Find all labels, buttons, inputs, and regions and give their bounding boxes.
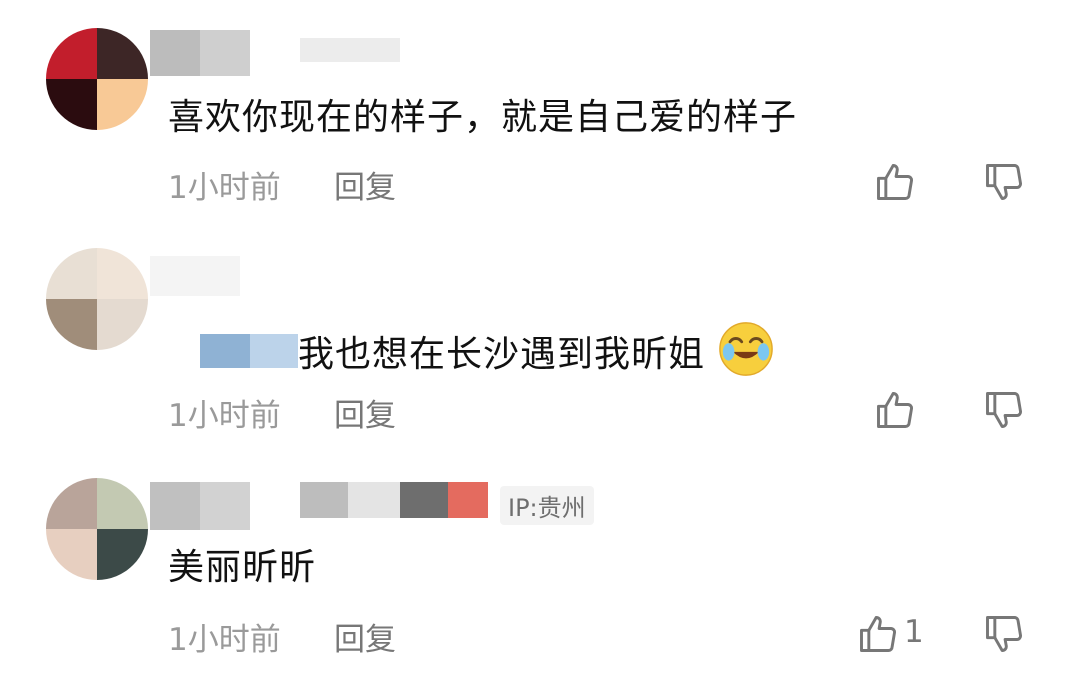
thumbs-up-icon[interactable]	[856, 612, 900, 656]
comment-item: IP:贵州 美丽昕昕 1小时前 回复 1	[0, 454, 1080, 679]
comment-meta: 1小时前 回复	[168, 390, 396, 435]
thumbs-down-icon[interactable]	[982, 388, 1026, 432]
comment-meta: 1小时前 回复	[168, 162, 396, 207]
user-tag-mosaic	[300, 482, 488, 518]
comment-time: 1小时前	[168, 170, 281, 206]
thumbs-up-icon[interactable]	[873, 160, 917, 204]
comment-text-content: 我也想在长沙遇到我昕姐	[298, 334, 706, 375]
avatar[interactable]	[46, 28, 148, 130]
like-count: 1	[904, 614, 924, 650]
thumbs-down-icon[interactable]	[982, 160, 1026, 204]
avatar[interactable]	[46, 478, 148, 580]
reply-button[interactable]: 回复	[334, 390, 396, 435]
user-tag-mosaic	[300, 38, 400, 62]
comment-text: 美丽昕昕	[168, 547, 317, 588]
comment-meta: 1小时前 回复	[168, 614, 396, 659]
ip-location-badge: IP:贵州	[500, 486, 594, 525]
comment-text: 喜欢你现在的样子，就是自己爱的样子	[168, 97, 798, 138]
reply-button[interactable]: 回复	[334, 614, 396, 659]
avatar[interactable]	[46, 248, 148, 350]
thumbs-up-icon[interactable]	[873, 388, 917, 432]
comment-time: 1小时前	[168, 398, 281, 434]
comment-text: 我也想在长沙遇到我昕姐	[298, 320, 775, 378]
username-mosaic[interactable]	[150, 256, 240, 296]
thumbs-down-icon[interactable]	[982, 612, 1026, 656]
comment-item: 喜欢你现在的样子，就是自己爱的样子 1小时前 回复	[0, 0, 1080, 226]
mention-mosaic[interactable]	[200, 334, 298, 368]
reply-button[interactable]: 回复	[334, 162, 396, 207]
comment-time: 1小时前	[168, 622, 281, 658]
username-mosaic[interactable]	[150, 482, 250, 530]
username-mosaic[interactable]	[150, 30, 250, 76]
comment-item: 我也想在长沙遇到我昕姐 1小时前 回复	[0, 226, 1080, 454]
crying-laughing-emoji-icon	[719, 322, 774, 376]
